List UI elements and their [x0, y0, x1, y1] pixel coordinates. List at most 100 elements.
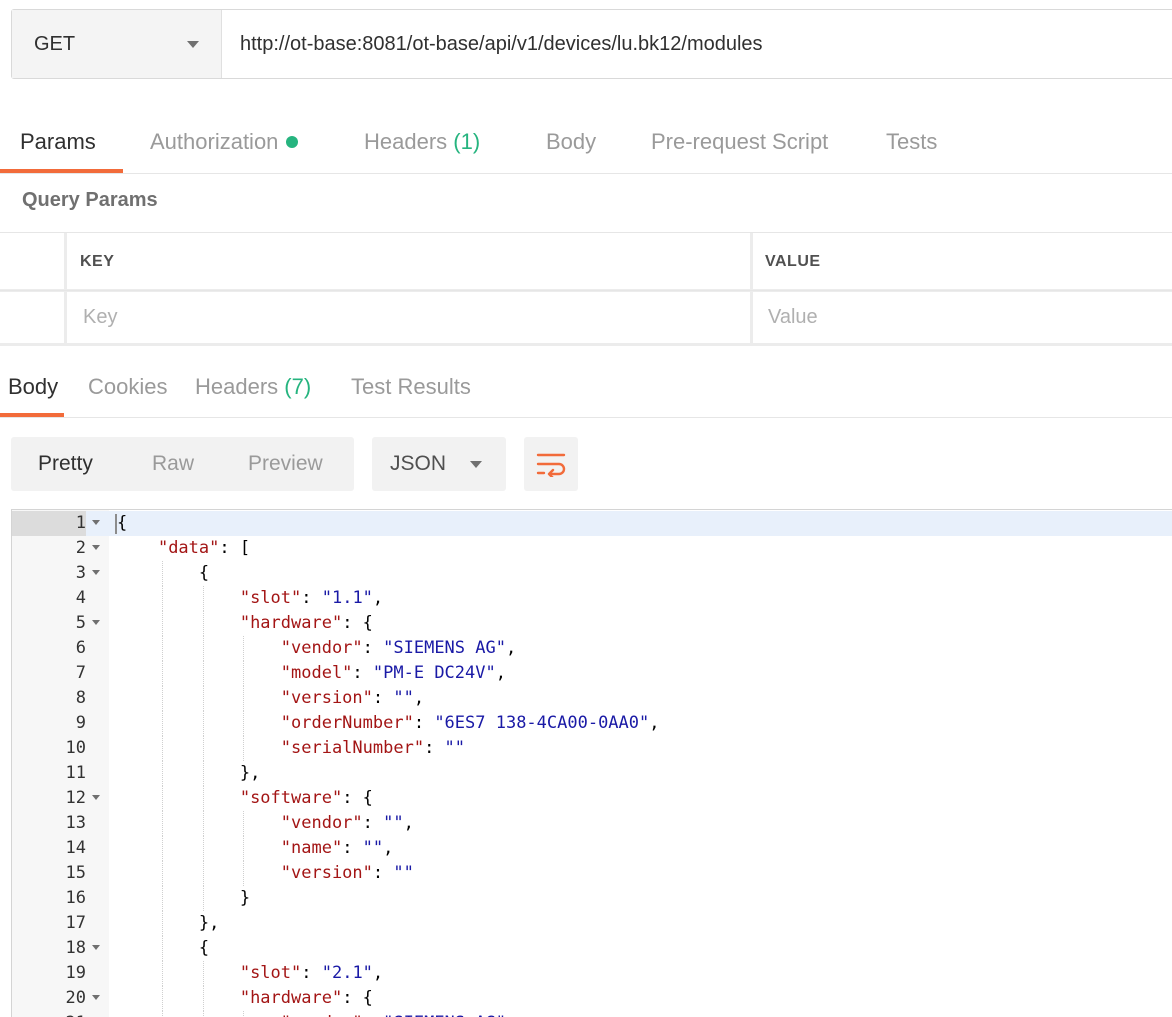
column-divider [750, 291, 753, 343]
indent-guide [202, 811, 204, 836]
indent-guide [202, 786, 204, 811]
indent-guide [161, 1011, 163, 1017]
indent-guide [202, 886, 204, 911]
line-number: 15 [65, 863, 86, 883]
tab-params-label: Params [20, 129, 96, 154]
indent-guide [161, 986, 163, 1011]
indent-guide [161, 836, 163, 861]
indent-guide [161, 936, 163, 961]
column-divider [64, 233, 67, 289]
code-text: { [198, 563, 210, 583]
line-number: 20 [65, 988, 86, 1008]
format-select[interactable]: JSON [372, 437, 506, 491]
fold-arrow-icon[interactable] [92, 795, 100, 800]
wrap-lines-button[interactable] [524, 437, 578, 491]
response-body-editor[interactable]: 1{2 "data": [3 {4 "slot": "1.1", 5 "hardw… [11, 509, 1172, 1017]
indent-guide [202, 661, 204, 686]
code-text: "software": { [239, 788, 373, 808]
key-input[interactable]: Key [83, 291, 743, 343]
code-text: { [117, 513, 128, 533]
line-number: 6 [75, 638, 86, 658]
tab-response-headers[interactable]: Headers (7) [195, 358, 311, 416]
code-line: 8 "version": "", [12, 686, 1172, 711]
line-number: 5 [75, 613, 86, 633]
tab-pre-request-script[interactable]: Pre-request Script [651, 112, 828, 172]
column-divider [750, 233, 753, 289]
response-tabs: Body Cookies Headers (7) Test Results [0, 358, 1172, 418]
method-label: GET [34, 32, 76, 55]
tab-tests[interactable]: Tests [886, 112, 937, 172]
code-line: 17 }, [12, 911, 1172, 936]
line-number: 7 [75, 663, 86, 683]
chevron-down-icon [187, 40, 199, 48]
view-mode-group: Pretty Raw Preview [11, 437, 354, 491]
fold-arrow-icon[interactable] [92, 545, 100, 550]
code-line: 13 "vendor": "", [12, 811, 1172, 836]
indent-guide [243, 661, 245, 686]
line-number: 14 [65, 838, 86, 858]
active-tab-indicator [0, 413, 65, 417]
line-number: 18 [65, 938, 86, 958]
indent-guide [243, 736, 245, 761]
code-line: 12 "software": { [12, 786, 1172, 811]
indent-guide [202, 736, 204, 761]
indent-guide [202, 836, 204, 861]
value-input[interactable]: Value [768, 291, 1168, 343]
tab-body[interactable]: Body [546, 112, 596, 172]
fold-arrow-icon[interactable] [92, 570, 100, 575]
indent-guide [202, 636, 204, 661]
code-line: 7 "model": "PM-E DC24V", [12, 661, 1172, 686]
code-line: 9 "orderNumber": "6ES7 138-4CA00-0AA0", [12, 711, 1172, 736]
url-input[interactable]: http://ot-base:8081/ot-base/api/v1/devic… [222, 10, 1172, 78]
code-line: 20 "hardware": { [12, 986, 1172, 1011]
response-headers-count-badge: (7) [284, 374, 312, 399]
tab-cookies[interactable]: Cookies [88, 358, 167, 416]
tab-headers[interactable]: Headers (1) [364, 112, 480, 172]
fold-arrow-icon[interactable] [92, 945, 100, 950]
code-text: "vendor": "SIEMENS AG", [280, 638, 517, 658]
indent-guide [243, 861, 245, 886]
code-line: 4 "slot": "1.1", [12, 586, 1172, 611]
indent-guide [161, 636, 163, 661]
method-select[interactable]: GET [12, 10, 222, 78]
code-text: "version": "", [280, 688, 425, 708]
raw-button[interactable]: Raw [152, 437, 194, 491]
tab-test-results[interactable]: Test Results [351, 358, 471, 416]
indent-guide [161, 736, 163, 761]
code-line: 15 "version": "" [12, 861, 1172, 886]
indent-guide [161, 711, 163, 736]
indent-guide [243, 836, 245, 861]
tab-params[interactable]: Params [0, 112, 123, 173]
indent-guide [202, 986, 204, 1011]
indent-guide [202, 711, 204, 736]
table-header-row: KEY VALUE [0, 232, 1172, 292]
fold-arrow-icon[interactable] [92, 995, 100, 1000]
code-line: 6 "vendor": "SIEMENS AG", [12, 636, 1172, 661]
pretty-button[interactable]: Pretty [38, 437, 93, 491]
code-line: 19 "slot": "2.1", [12, 961, 1172, 986]
indent-guide [202, 961, 204, 986]
fold-arrow-icon[interactable] [92, 620, 100, 625]
tab-headers-label: Headers [364, 129, 448, 154]
tab-authorization[interactable]: Authorization [150, 112, 299, 172]
status-dot-icon [286, 136, 299, 149]
indent-guide [202, 686, 204, 711]
code-line: 3 { [12, 561, 1172, 586]
code-line: 10 "serialNumber": "" [12, 736, 1172, 761]
code-line: 11 }, [12, 761, 1172, 786]
query-params-table: KEY VALUE Key Value [0, 232, 1172, 346]
chevron-down-icon [470, 460, 482, 468]
code-text: "orderNumber": "6ES7 138-4CA00-0AA0", [280, 713, 660, 733]
preview-button[interactable]: Preview [248, 437, 323, 491]
indent-guide [243, 711, 245, 736]
code-text: "slot": "1.1", [239, 588, 384, 608]
indent-guide [161, 661, 163, 686]
tab-response-body[interactable]: Body [0, 358, 65, 417]
indent-guide [243, 1011, 245, 1017]
code-line: 2 "data": [ [12, 536, 1172, 561]
code-text: }, [239, 763, 261, 783]
line-number: 17 [65, 913, 86, 933]
indent-guide [202, 611, 204, 636]
fold-arrow-icon[interactable] [92, 520, 100, 525]
query-params-title: Query Params [22, 189, 158, 211]
